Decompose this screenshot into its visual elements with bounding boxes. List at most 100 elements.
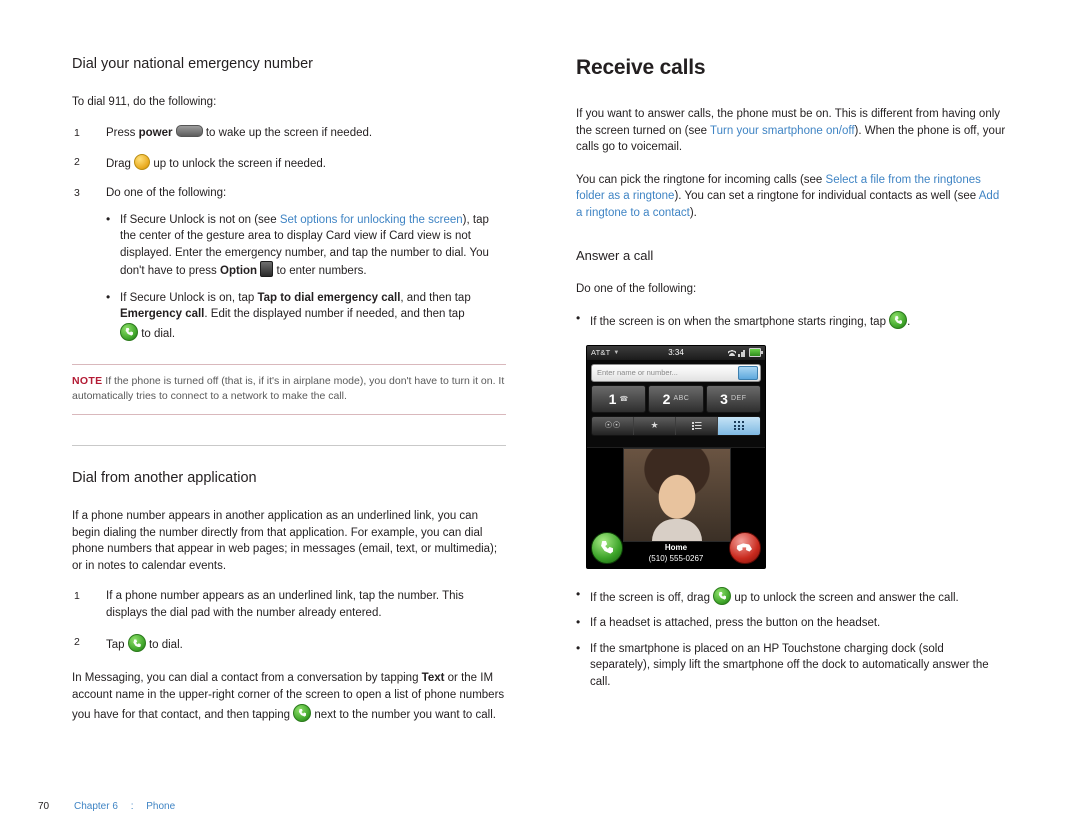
bullet-text-2: .: [907, 316, 911, 329]
green-phone-icon: [120, 322, 138, 341]
phone-number-input[interactable]: Enter name or number...: [591, 363, 761, 382]
messaging-text-1: In Messaging, you can dial a contact fro…: [72, 672, 422, 685]
battery-icon: [749, 348, 763, 358]
document-page: Dial your national emergency number To d…: [0, 0, 1080, 834]
end-call-button[interactable]: [729, 531, 761, 564]
para2-text-3: ).: [689, 206, 697, 219]
step-text-post: up to unlock the screen if needed.: [150, 157, 326, 170]
incoming-call-panel: Home (510) 555-0267: [587, 446, 765, 568]
note-box: NOTE If the phone is turned off (that is…: [72, 364, 506, 416]
link-set-options-unlocking[interactable]: Set options for unlocking the screen: [280, 214, 463, 226]
green-phone-icon: [127, 634, 146, 653]
step-number: 3: [74, 186, 80, 199]
step-text-post: to dial.: [145, 639, 183, 652]
link-turn-smartphone-on-off[interactable]: Turn your smartphone on/off: [710, 125, 854, 137]
phone-dialpad-keys: 1 ☎ 2 ABC 3 DEF: [591, 384, 761, 413]
caller-name: Home: [664, 542, 688, 552]
section-heading-emergency: Dial your national emergency number: [72, 56, 313, 72]
substep-text-4: to dial.: [138, 327, 176, 340]
receive-calls-paragraph-1: If you want to answer calls, the phone m…: [576, 106, 1006, 156]
step-1: 1 Press power to wake up the screen if n…: [72, 124, 506, 142]
bullet-screen-off: If the screen is off, drag up to unlock …: [576, 586, 1006, 607]
bullet-text-1: If the screen is on when the smartphone …: [590, 316, 890, 329]
bullet-text-1: If the screen is off, drag: [590, 591, 714, 604]
wifi-icon: [728, 349, 736, 357]
emergency-substeps: If Secure Unlock is not on (see Set opti…: [106, 211, 506, 343]
tab-dialpad[interactable]: [718, 416, 760, 435]
page-footer: 70 Chapter 6 : Phone: [38, 801, 175, 812]
step-2: 2 Tap to dial.: [72, 634, 506, 654]
backspace-icon[interactable]: [738, 366, 758, 381]
key-letters: ABC: [673, 395, 690, 403]
bullet-screen-on: If the screen is on when the smartphone …: [576, 310, 1006, 331]
green-phone-icon: [889, 311, 908, 330]
page-number: 70: [38, 801, 50, 812]
status-icons: [728, 348, 763, 358]
dial-from-app-paragraph: If a phone number appears in another app…: [72, 510, 498, 572]
caller-photo: [623, 447, 731, 542]
tab-contacts-list[interactable]: [676, 416, 718, 435]
bullet-text-1: If the smartphone is placed on an HP Tou…: [590, 642, 989, 688]
substep-text-2: , and then tap: [400, 291, 471, 304]
left-column: Dial your national emergency number To d…: [72, 56, 506, 737]
messaging-bold-text: Text: [421, 672, 445, 685]
step-text-pre: Do one of the following:: [106, 186, 227, 199]
section-divider: [72, 445, 506, 447]
dialpad-key-1[interactable]: 1 ☎: [591, 384, 647, 413]
key-letters: DEF: [730, 395, 747, 403]
phone-screenshot-figure: AT&T ▼ 3:34 Enter name or number... 1 ☎: [586, 344, 766, 569]
tab-favorites[interactable]: ★: [634, 416, 676, 435]
bullet-text-1: If a headset is attached, press the butt…: [590, 617, 881, 630]
step-number: 1: [74, 590, 80, 603]
answer-call-bullets-bottom: If the screen is off, drag up to unlock …: [576, 586, 1006, 691]
substep-secure-unlock-on: If Secure Unlock is on, tap Tap to dial …: [106, 289, 506, 343]
note-label: NOTE: [72, 375, 103, 388]
step-text-post: to wake up the screen if needed.: [202, 126, 373, 139]
step-text-pre: Press: [106, 126, 139, 139]
step-text: If a phone number appears as an underlin…: [106, 590, 464, 620]
dial-from-app-steps: 1 If a phone number appears as an underl…: [72, 588, 506, 654]
substep-bold-option: Option: [220, 265, 258, 278]
voicemail-icon: ☎: [619, 395, 629, 403]
page-title: Receive calls: [576, 56, 706, 79]
answer-call-button[interactable]: [591, 531, 623, 564]
para2-text-1: You can pick the ringtone for incoming c…: [576, 173, 826, 186]
emergency-intro: To dial 911, do the following:: [72, 96, 217, 108]
right-column: Receive calls If you want to answer call…: [576, 56, 1006, 699]
phone-input-placeholder: Enter name or number...: [597, 368, 678, 378]
signal-bars-icon: [738, 348, 747, 357]
substep-bold-emergency-call: Emergency call: [120, 308, 205, 321]
power-button-icon: [175, 124, 203, 137]
note-text: If the phone is turned off (that is, if …: [72, 375, 505, 403]
caller-number: (510) 555-0267: [648, 553, 704, 563]
phone-tab-bar: ☉☉ ★: [591, 415, 761, 436]
key-digit: 3: [720, 390, 728, 407]
substep-text-1: If Secure Unlock is not on (see: [120, 213, 280, 226]
messaging-text-3: next to the number you want to call.: [311, 708, 496, 721]
bullet-touchstone: If the smartphone is placed on an HP Tou…: [576, 640, 1006, 691]
dialpad-key-3[interactable]: 3 DEF: [705, 384, 761, 413]
option-key-icon: [260, 261, 274, 278]
list-icon: [691, 421, 702, 430]
unlock-green-icon: [713, 586, 732, 605]
step-number: 2: [74, 636, 80, 649]
substep-text-1: If Secure Unlock is on, tap: [120, 291, 258, 304]
step-2: 2 Drag up to unlock the screen if needed…: [72, 153, 506, 173]
green-phone-icon: [293, 703, 312, 722]
section-heading-dial-from-app: Dial from another application: [72, 470, 257, 487]
step-text-pre: Tap: [106, 639, 128, 652]
caller-info: Home (510) 555-0267: [623, 542, 729, 564]
step-bold: power: [138, 126, 173, 139]
phone-status-bar: AT&T ▼ 3:34: [587, 345, 765, 360]
step-1: 1 If a phone number appears as an underl…: [72, 588, 506, 622]
substep-secure-unlock-off: If Secure Unlock is not on (see Set opti…: [106, 211, 506, 280]
tab-voicemail[interactable]: ☉☉: [592, 416, 634, 435]
key-digit: 2: [662, 390, 671, 407]
dialpad-key-2[interactable]: 2 ABC: [648, 384, 704, 413]
receive-calls-paragraph-2: You can pick the ringtone for incoming c…: [576, 172, 1006, 222]
step-number: 2: [74, 155, 80, 168]
para2-text-2: ). You can set a ringtone for individual…: [674, 190, 979, 203]
emergency-steps: 1 Press power to wake up the screen if n…: [72, 124, 506, 343]
substep-text-3: . Edit the displayed number if needed, a…: [204, 308, 465, 321]
answer-call-intro: Do one of the following:: [576, 282, 697, 295]
